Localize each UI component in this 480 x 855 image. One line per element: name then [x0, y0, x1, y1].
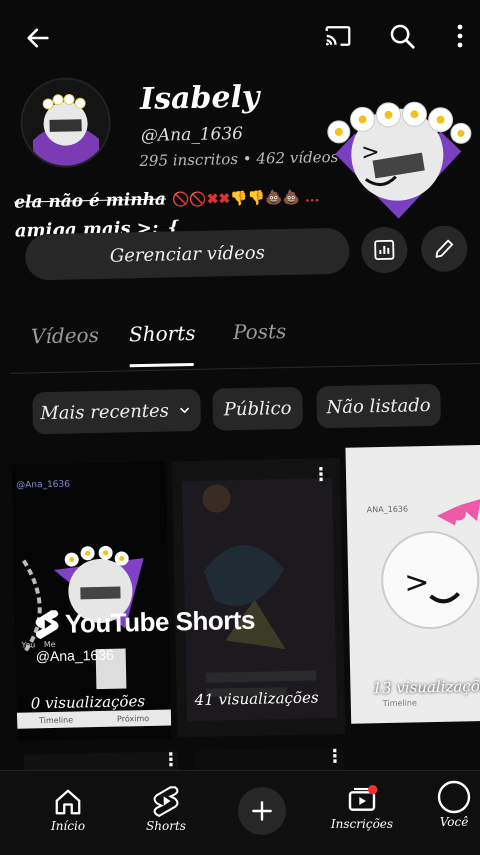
tab-shorts-indicator	[129, 362, 194, 368]
short-item[interactable]: ANA_1636 > Timeline 13 visualizações	[345, 444, 480, 724]
nav-subscriptions-label: Inscrições	[330, 817, 394, 831]
nav-shorts-label: Shorts	[146, 819, 186, 833]
thumb-image: >	[381, 498, 480, 630]
filter-public[interactable]: Público	[212, 386, 304, 431]
sort-label: Mais recentes	[40, 399, 170, 424]
nav-subscriptions[interactable]: Inscrições	[330, 783, 394, 831]
channel-stats: 295 inscritos • 462 vídeos	[139, 147, 339, 171]
nav-home[interactable]: Início	[40, 787, 96, 833]
nav-you[interactable]: Você	[428, 779, 480, 829]
channel-name: Isabely	[139, 79, 260, 118]
short-more-icon[interactable]: ⋮	[162, 751, 179, 770]
plus-icon	[252, 801, 272, 821]
thumb-handle: @Ana_1636	[16, 479, 71, 491]
watermark-handle: @Ana_1636	[35, 646, 114, 665]
edit-button[interactable]	[420, 225, 468, 273]
short-item[interactable]: ⋮ 41 visualizações	[171, 457, 346, 738]
tab-shorts[interactable]: Shorts	[129, 321, 196, 346]
you-avatar-icon	[437, 780, 471, 814]
channel-handle[interactable]: @Ana_1636	[141, 124, 244, 146]
nav-shorts[interactable]: Shorts	[138, 785, 194, 833]
short-more-icon[interactable]: ⋮	[312, 464, 330, 485]
shorts-icon	[153, 786, 179, 817]
manage-videos-button[interactable]: Gerenciar vídeos	[24, 227, 350, 281]
svg-text:>: >	[404, 565, 430, 601]
svg-text:>: >	[361, 140, 380, 165]
caption-emojis: 🚫🚫✖✖👎👎💩💩 ...	[171, 189, 320, 209]
youtube-shorts-watermark: YouTube Shorts	[33, 604, 256, 641]
nav-you-label: Você	[439, 815, 469, 829]
chevron-down-icon	[180, 407, 190, 414]
tabs-bar: Vídeos Shorts Posts	[8, 294, 480, 374]
timeline-bar: Timeline Próximo	[16, 709, 172, 729]
tab-posts[interactable]: Posts	[233, 319, 287, 344]
tab-videos[interactable]: Vídeos	[31, 323, 99, 348]
sort-dropdown[interactable]: Mais recentes	[32, 388, 202, 435]
short-views: 13 visualizações	[372, 676, 480, 698]
short-views: 41 visualizações	[194, 688, 319, 710]
thumb-tab1: Timeline	[382, 698, 417, 709]
nav-create[interactable]	[238, 787, 286, 835]
sticker-image: >	[320, 91, 475, 224]
pencil-icon	[435, 239, 454, 258]
analytics-button[interactable]	[360, 226, 408, 274]
bottom-nav: Início Shorts Inscrições Você	[0, 770, 480, 855]
nav-home-label: Início	[50, 819, 86, 833]
thumb-image	[22, 545, 144, 690]
avatar[interactable]	[19, 76, 112, 169]
filter-unlisted[interactable]: Não listado	[316, 383, 442, 429]
thumb-you: You	[21, 640, 36, 650]
manage-videos-label: Gerenciar vídeos	[109, 241, 266, 267]
caption-line-1: ela não é minha 🚫🚫✖✖👎👎💩💩 ...	[14, 186, 320, 212]
bar-chart-icon	[374, 239, 395, 260]
channel-content: Isabely @Ana_1636 295 inscritos • 462 ví…	[0, 0, 480, 795]
watermark-brand: YouTube Shorts	[64, 604, 256, 639]
short-views: 0 visualizações	[30, 692, 146, 713]
thumb-tab2: Próximo	[116, 713, 150, 724]
short-more-icon[interactable]: ⋮	[326, 748, 344, 767]
caption-text-1: ela não é minha	[14, 189, 167, 213]
short-item[interactable]: @Ana_1636 You Me Timeline Próximo 0 visu…	[11, 461, 172, 741]
shorts-logo-icon	[35, 610, 59, 640]
home-icon	[55, 789, 81, 815]
thumb-tab1: Timeline	[38, 715, 74, 725]
subscriptions-icon	[348, 785, 378, 811]
